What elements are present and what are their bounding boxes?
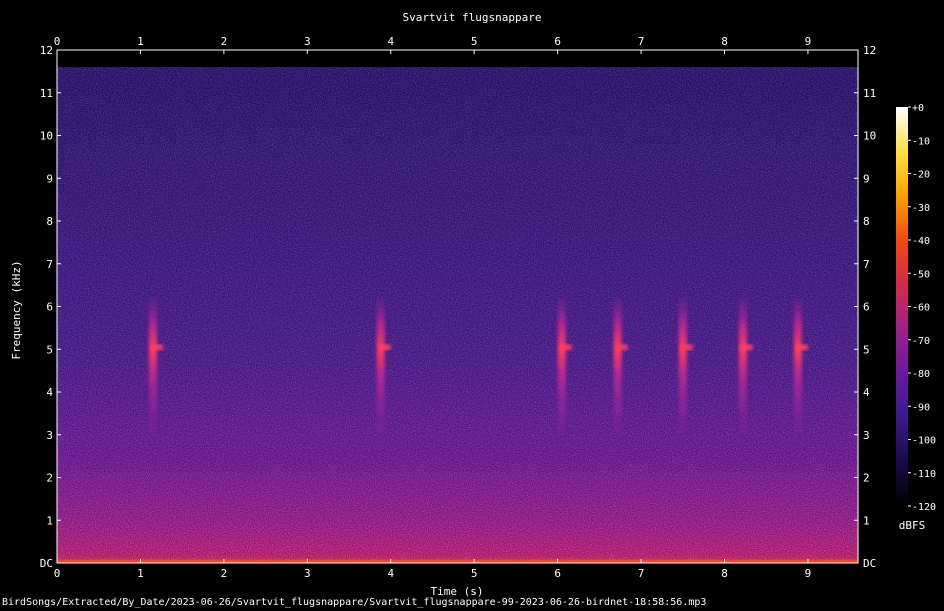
spectrogram-dark-noise <box>57 67 858 563</box>
y-tick-label-left: 12 <box>40 44 53 57</box>
title-group: Svartvit flugsnappare <box>402 11 541 24</box>
y-tick-label-right: 2 <box>863 472 870 485</box>
colorbar-tick-label: -50 <box>912 269 930 280</box>
bird-call-peak-1 <box>150 344 163 351</box>
y-tick-label-left: 4 <box>46 386 53 399</box>
spectrogram-chart: Svartvit flugsnappare 001122334455667788… <box>10 11 936 598</box>
y-tick-label-left: 11 <box>40 87 53 100</box>
x-tick-label-top: 0 <box>54 35 61 48</box>
y-tick-label-left: 6 <box>46 301 53 314</box>
y-tick-label-left: DC <box>40 557 53 570</box>
x-tick-label-top: 5 <box>471 35 478 48</box>
y-tick-label-left: 3 <box>46 429 53 442</box>
colorbar-tick-label: -110 <box>912 469 936 480</box>
y-tick-label-right: 8 <box>863 215 870 228</box>
bird-call-1 <box>148 297 157 435</box>
colorbar-tick-label: -120 <box>912 502 936 513</box>
colorbar-tick-label: -90 <box>912 402 930 413</box>
y-tick-label-right: 10 <box>863 130 876 143</box>
y-tick-label-left: 1 <box>46 514 53 527</box>
colorbar-tick-label: -70 <box>912 336 930 347</box>
y-tick-label-right: 11 <box>863 87 876 100</box>
bird-call-peak-5 <box>680 344 693 351</box>
y-tick-label-left: 8 <box>46 215 53 228</box>
x-tick-label-bottom: 5 <box>471 567 478 580</box>
bird-call-3 <box>557 297 566 435</box>
bird-call-peak-6 <box>740 344 753 351</box>
y-tick-label-right: 6 <box>863 301 870 314</box>
x-tick-label-top: 6 <box>554 35 561 48</box>
y-tick-label-left: 9 <box>46 172 53 185</box>
y-tick-label-right: 1 <box>863 514 870 527</box>
colorbar-tick-label: -20 <box>912 170 930 181</box>
bird-call-6 <box>738 297 747 435</box>
x-tick-label-bottom: 0 <box>54 567 61 580</box>
x-tick-label-bottom: 4 <box>387 567 394 580</box>
bird-call-peak-2 <box>378 344 391 351</box>
x-tick-label-bottom: 2 <box>221 567 228 580</box>
colorbar-tick-label: -40 <box>912 236 930 247</box>
y-tick-label-right: 12 <box>863 44 876 57</box>
colorbar-tick-label: -100 <box>912 436 936 447</box>
x-tick-label-top: 4 <box>387 35 394 48</box>
colorbar-tick-label: -60 <box>912 303 930 314</box>
bird-call-peak-3 <box>559 344 572 351</box>
dc-band <box>57 559 858 563</box>
x-tick-label-top: 7 <box>638 35 645 48</box>
bird-call-4 <box>613 297 622 435</box>
bird-call-peak-4 <box>615 344 628 351</box>
x-tick-label-bottom: 1 <box>137 567 144 580</box>
y-tick-label-right: DC <box>863 557 876 570</box>
bird-call-7 <box>793 297 802 435</box>
y-tick-label-right: 9 <box>863 172 870 185</box>
colorbar-label: dBFS <box>899 519 926 532</box>
y-tick-label-left: 5 <box>46 343 53 356</box>
colorbar-tick-label: -80 <box>912 369 930 380</box>
y-tick-label-left: 2 <box>46 472 53 485</box>
colorbar-tick-label: -30 <box>912 203 930 214</box>
bird-call-5 <box>678 297 687 435</box>
y-tick-label-right: 7 <box>863 258 870 271</box>
x-tick-label-top: 3 <box>304 35 311 48</box>
chart-title: Svartvit flugsnappare <box>402 11 541 24</box>
y-tick-label-right: 3 <box>863 429 870 442</box>
plot-area <box>57 67 858 563</box>
x-tick-label-top: 9 <box>805 35 812 48</box>
y-tick-label-left: 10 <box>40 130 53 143</box>
y-tick-label-right: 5 <box>863 343 870 356</box>
colorbar-tick-label: +0 <box>912 103 924 114</box>
x-tick-label-bottom: 8 <box>721 567 728 580</box>
x-tick-label-top: 1 <box>137 35 144 48</box>
x-tick-label-bottom: 3 <box>304 567 311 580</box>
x-tick-label-top: 8 <box>721 35 728 48</box>
x-tick-label-bottom: 9 <box>805 567 812 580</box>
bird-call-peak-7 <box>795 344 808 351</box>
colorbar: +0 -10 -20 -30 -40 -50 -60 -70 -80 -90 -100 -110 -12… <box>896 103 936 532</box>
colorbar-tick-label: -10 <box>912 136 930 147</box>
y-tick-label-left: 7 <box>46 258 53 271</box>
y-axis-label: Frequency (kHz) <box>10 260 23 359</box>
file-path: BirdSongs/Extracted/By_Date/2023-06-26/S… <box>2 597 707 608</box>
x-tick-label-top: 2 <box>221 35 228 48</box>
x-tick-label-bottom: 6 <box>554 567 561 580</box>
bird-call-2 <box>376 297 385 435</box>
x-tick-label-bottom: 7 <box>638 567 645 580</box>
colorbar-gradient <box>896 107 908 506</box>
y-tick-label-right: 4 <box>863 386 870 399</box>
